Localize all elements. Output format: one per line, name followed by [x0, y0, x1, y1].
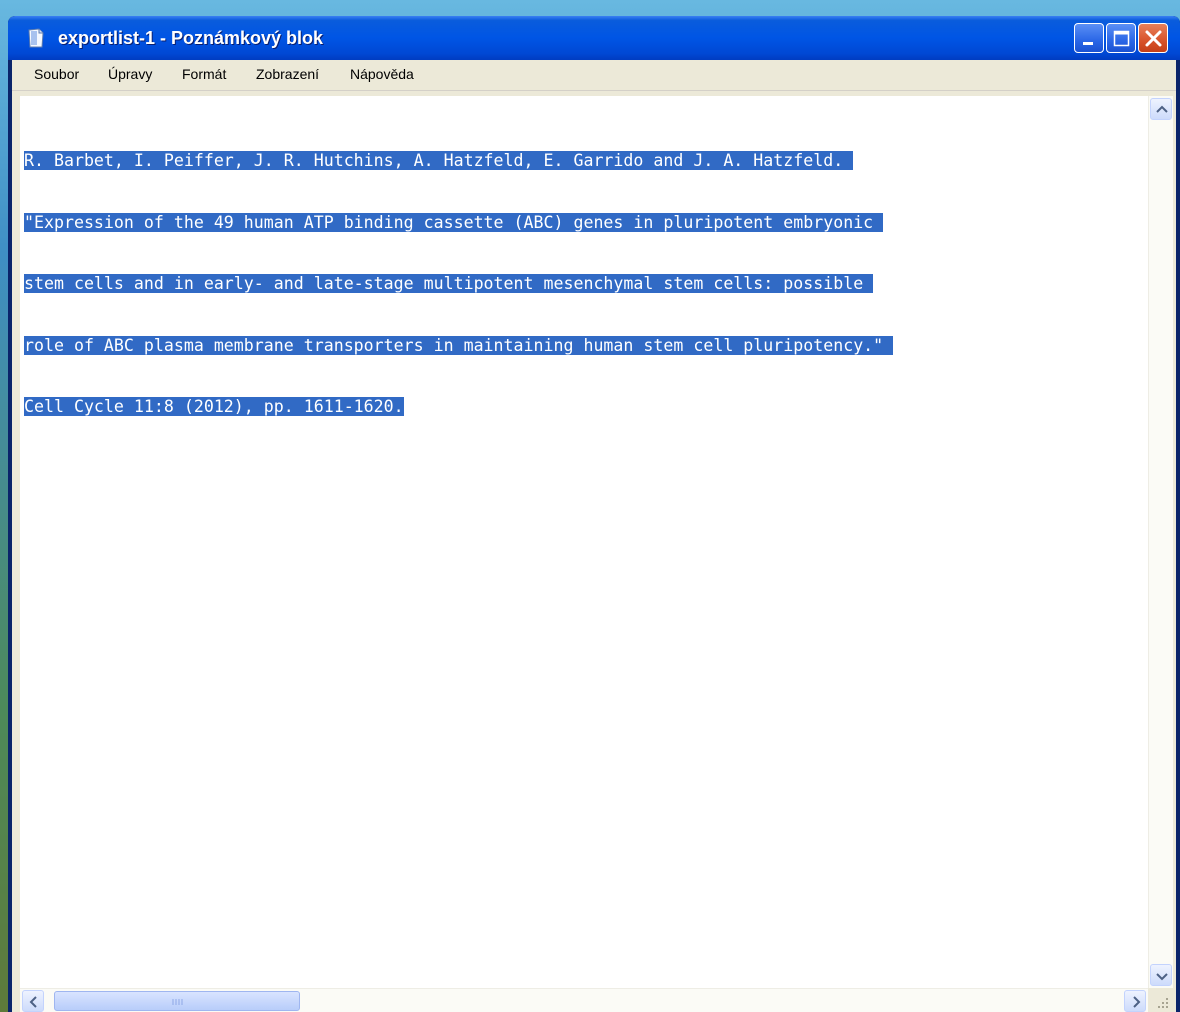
chevron-right-icon [1133, 996, 1141, 1008]
notepad-window: exportlist-1 - Poznámkový blok Soubor Úp… [8, 16, 1180, 1012]
menu-format[interactable]: Formát [182, 66, 226, 82]
minimize-icon [1083, 42, 1093, 45]
notepad-icon[interactable] [28, 28, 44, 48]
text-line: "Expression of the 49 human ATP binding … [24, 212, 893, 234]
scroll-up-button[interactable] [1150, 98, 1172, 120]
chevron-up-icon [1156, 105, 1168, 113]
chevron-down-icon [1156, 973, 1168, 981]
horizontal-scroll-thumb[interactable] [54, 991, 300, 1011]
text-line: Cell Cycle 11:8 (2012), pp. 1611-1620. [24, 397, 893, 418]
close-button[interactable] [1138, 23, 1168, 53]
window-title: exportlist-1 - Poznámkový blok [58, 28, 324, 48]
resize-grip-icon [1158, 998, 1168, 1008]
scroll-right-button[interactable] [1124, 990, 1146, 1012]
text-line: stem cells and in early- and late-stage … [24, 274, 893, 295]
text-line: role of ABC plasma membrane transporters… [24, 335, 894, 357]
horizontal-scrollbar[interactable] [20, 988, 1148, 1012]
maximize-icon [1113, 30, 1130, 47]
selected-text: stem cells and in early- and late-stage … [24, 274, 874, 293]
text-editor[interactable]: R. Barbet, I. Peiffer, J. R. Hutchins, A… [20, 96, 1148, 988]
menu-soubor[interactable]: Soubor [34, 66, 79, 82]
scroll-left-button[interactable] [22, 990, 44, 1012]
menu-napoveda[interactable]: Nápověda [350, 66, 414, 82]
chevron-left-icon [29, 996, 37, 1008]
selected-text: Cell Cycle 11:8 (2012), pp. 1611-1620. [24, 397, 404, 416]
minimize-button[interactable] [1074, 23, 1104, 53]
close-icon [1145, 30, 1162, 47]
grip-lines-icon [172, 999, 183, 1005]
editor-text[interactable]: R. Barbet, I. Peiffer, J. R. Hutchins, A… [24, 110, 894, 459]
menu-bar: Soubor Úpravy Formát Zobrazení Nápověda [12, 60, 1176, 91]
scroll-down-button[interactable] [1150, 964, 1172, 986]
menu-zobrazeni[interactable]: Zobrazení [256, 66, 319, 82]
maximize-button[interactable] [1106, 23, 1136, 53]
selected-text: role of ABC plasma membrane transporters… [24, 335, 894, 355]
title-bar[interactable]: exportlist-1 - Poznámkový blok [8, 16, 1180, 60]
text-caret [405, 402, 412, 413]
selected-text: R. Barbet, I. Peiffer, J. R. Hutchins, A… [24, 151, 854, 170]
selected-text: "Expression of the 49 human ATP binding … [24, 212, 884, 232]
text-line: R. Barbet, I. Peiffer, J. R. Hutchins, A… [24, 151, 893, 172]
resize-grip[interactable] [1148, 988, 1172, 1012]
vertical-scrollbar[interactable] [1148, 96, 1173, 988]
menu-upravy[interactable]: Úpravy [108, 66, 152, 82]
